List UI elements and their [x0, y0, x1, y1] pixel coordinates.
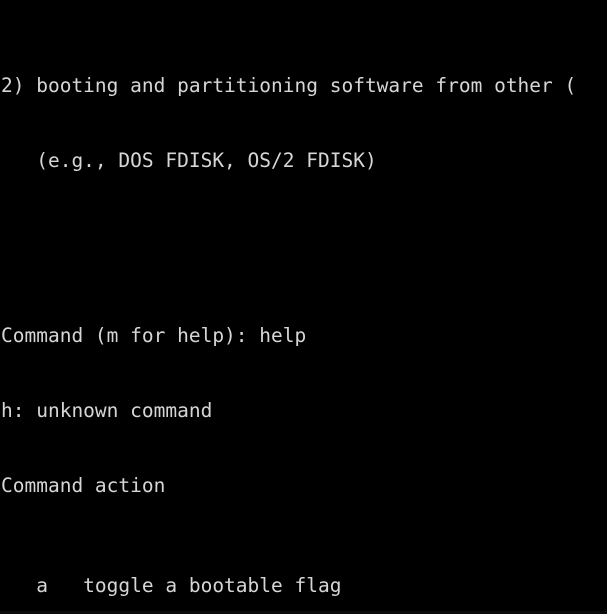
error-message-line: h: unknown command: [1, 399, 213, 422]
command-echo-line: Command (m for help): help: [1, 324, 307, 347]
output-line-warning-2: (e.g., DOS FDISK, OS/2 FDISK): [1, 149, 377, 172]
output-line-blank-1: [1, 223, 576, 248]
output-line-warning-1: 2) booting and partitioning software fro…: [1, 74, 577, 97]
menu-header-line: Command action: [1, 474, 166, 497]
terminal-window[interactable]: 2) booting and partitioning software fro…: [0, 0, 607, 614]
menu-item-a[interactable]: a toggle a bootable flag: [1, 573, 576, 598]
terminal-screen-buffer: 2) booting and partitioning software fro…: [1, 0, 576, 614]
